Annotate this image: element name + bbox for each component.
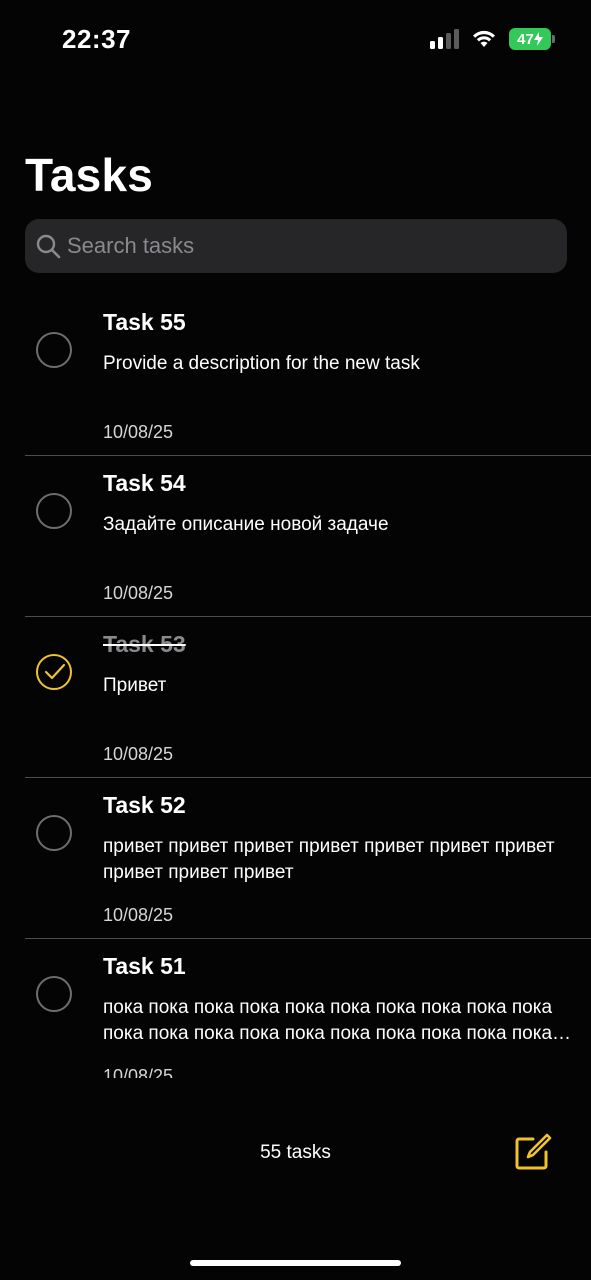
task-date: 10/08/25	[103, 744, 174, 764]
status-icons: 47	[430, 28, 555, 50]
task-row[interactable]: Task 54 Задайте описание новой задаче 10…	[25, 456, 591, 617]
task-row[interactable]: Task 55 Provide a description for the ne…	[25, 295, 591, 456]
task-count: 55 tasks	[260, 1142, 331, 1163]
search-bar[interactable]	[25, 219, 567, 273]
search-input[interactable]	[67, 233, 547, 259]
task-checkbox[interactable]	[36, 493, 72, 529]
task-checkbox[interactable]	[36, 976, 72, 1012]
task-title: Task 55	[103, 309, 186, 335]
task-checkbox-checked[interactable]	[36, 654, 72, 690]
page-title: Tasks	[25, 149, 154, 201]
bottom-toolbar: 55 tasks	[0, 1078, 591, 1280]
task-title: Task 51	[103, 953, 186, 979]
task-row[interactable]: Task 53 Привет 10/08/25	[25, 617, 591, 778]
task-description: Provide a description for the new task	[103, 353, 420, 374]
task-title: Task 53	[103, 631, 186, 657]
home-indicator[interactable]	[190, 1260, 401, 1266]
charging-bolt-icon	[533, 32, 543, 46]
wifi-icon	[473, 30, 495, 47]
task-description: Задайте описание новой задаче	[103, 514, 389, 535]
task-row[interactable]: Task 51 пока пока пока пока пока пока по…	[25, 939, 591, 1078]
status-bar: 22:37 47	[0, 0, 591, 80]
task-date: 10/08/25	[103, 422, 174, 442]
cellular-signal-icon	[430, 29, 459, 49]
task-title: Task 52	[103, 792, 186, 818]
task-list: Task 55 Provide a description for the ne…	[25, 295, 591, 1078]
battery-icon: 47	[509, 28, 555, 50]
task-date: 10/08/25	[103, 583, 174, 603]
task-description: привет привет привет привет привет приве…	[103, 836, 555, 883]
task-description: пока пока пока пока пока пока пока пока …	[103, 997, 553, 1044]
task-checkbox[interactable]	[36, 332, 72, 368]
checkmark-icon	[44, 663, 66, 680]
status-time: 22:37	[62, 24, 131, 54]
search-icon	[36, 234, 61, 259]
task-date: 10/08/25	[103, 1066, 174, 1078]
task-date: 10/08/25	[103, 905, 174, 925]
compose-icon[interactable]	[513, 1132, 553, 1172]
battery-level: 47	[517, 30, 534, 48]
task-checkbox[interactable]	[36, 815, 72, 851]
task-row[interactable]: Task 52 привет привет привет привет прив…	[25, 778, 591, 939]
task-title: Task 54	[103, 470, 186, 496]
task-description: Привет	[103, 675, 167, 696]
